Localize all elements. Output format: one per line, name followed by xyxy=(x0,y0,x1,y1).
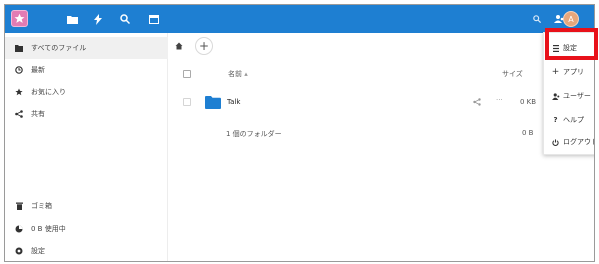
menu-item-label: ヘルプ xyxy=(563,116,584,124)
breadcrumb: + xyxy=(175,37,213,55)
summary-size: 0 B xyxy=(522,129,534,137)
trash-icon xyxy=(14,201,24,211)
summary-text: 1 個のフォルダー xyxy=(226,130,282,138)
search-icon[interactable] xyxy=(118,12,132,26)
highlight-box xyxy=(545,28,598,60)
user-avatar[interactable]: A xyxy=(563,11,579,27)
app-logo[interactable] xyxy=(11,10,28,27)
users-icon xyxy=(551,92,560,100)
home-icon[interactable] xyxy=(175,42,183,50)
sidebar-item-label: すべてのファイル xyxy=(31,44,87,52)
sidebar-item-settings[interactable]: 設定 xyxy=(5,240,168,261)
row-checkbox[interactable] xyxy=(183,98,191,106)
power-icon xyxy=(551,138,560,146)
menu-item-help[interactable]: ? ヘルプ xyxy=(544,109,594,131)
sidebar-item-all-files[interactable]: すべてのファイル xyxy=(5,37,168,59)
header-search-icon[interactable] xyxy=(530,12,544,26)
calendar-icon[interactable] xyxy=(147,12,161,26)
file-table-header: 名前 ▴ サイズ xyxy=(168,63,594,85)
clock-icon xyxy=(14,65,24,75)
new-button[interactable]: + xyxy=(195,37,213,55)
sidebar-item-quota: 0 B 使用中 xyxy=(5,218,168,240)
star-logo-icon xyxy=(14,13,25,23)
sidebar-item-shared[interactable]: 共有 xyxy=(5,103,168,125)
sidebar-item-favorites[interactable]: お気に入り xyxy=(5,81,168,103)
share-icon xyxy=(14,109,24,119)
menu-item-logout[interactable]: ログアウト xyxy=(544,131,595,153)
menu-item-label: ユーザー xyxy=(563,92,591,100)
sidebar-item-label: お気に入り xyxy=(31,88,66,96)
table-row[interactable]: Talk ··· 0 KB xyxy=(168,89,594,117)
select-all-checkbox[interactable] xyxy=(183,70,191,78)
files-icon[interactable] xyxy=(65,12,79,26)
help-icon: ? xyxy=(553,116,558,124)
sidebar-item-label: 最新 xyxy=(31,66,45,74)
top-header: A xyxy=(5,5,594,33)
sidebar-item-label: 共有 xyxy=(31,110,45,118)
sidebar-item-trash[interactable]: ゴミ箱 xyxy=(5,195,168,217)
file-size: 0 KB xyxy=(520,98,537,106)
pie-icon xyxy=(14,224,24,234)
more-options-icon[interactable]: ··· xyxy=(496,96,503,104)
column-name-header[interactable]: 名前 ▴ xyxy=(228,69,248,79)
folder-icon xyxy=(14,43,24,53)
sort-arrow-icon: ▴ xyxy=(244,70,248,78)
menu-item-label: アプリ xyxy=(563,68,584,76)
share-icon[interactable] xyxy=(473,98,481,108)
star-icon xyxy=(14,87,24,97)
sidebar-item-recent[interactable]: 最新 xyxy=(5,59,168,81)
sidebar-item-label: ゴミ箱 xyxy=(31,202,52,210)
file-name[interactable]: Talk xyxy=(227,98,240,106)
app-window: A すべてのファイル 最新 お気に入り 共有 ゴミ箱 0 B 使用中 設定 + … xyxy=(4,4,595,262)
gear-icon xyxy=(14,246,24,256)
sidebar-item-label: 設定 xyxy=(31,247,45,255)
sidebar: すべてのファイル 最新 お気に入り 共有 ゴミ箱 0 B 使用中 設定 xyxy=(5,33,168,261)
quota-label: 0 B 使用中 xyxy=(31,225,66,233)
menu-item-apps[interactable]: + アプリ xyxy=(544,61,594,83)
folder-icon xyxy=(205,96,221,109)
menu-item-label: ログアウト xyxy=(563,138,595,146)
plus-icon: + xyxy=(551,67,560,77)
column-size-header[interactable]: サイズ xyxy=(502,69,523,79)
menu-item-users[interactable]: ユーザー xyxy=(544,85,594,107)
activity-icon[interactable] xyxy=(91,12,105,26)
